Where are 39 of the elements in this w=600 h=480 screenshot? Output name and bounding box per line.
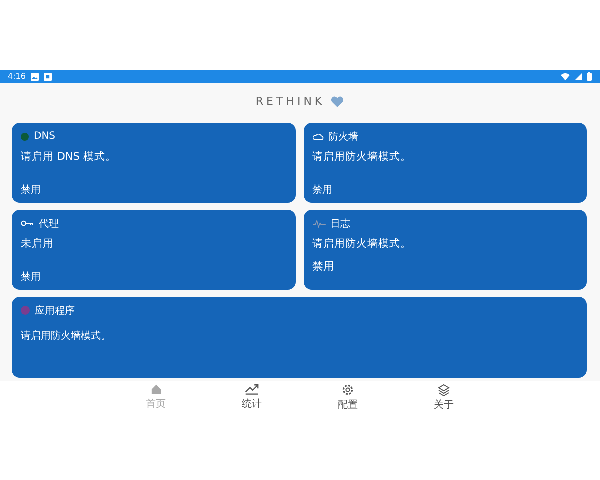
- cloud-icon: [312, 132, 324, 140]
- heart-icon: [331, 96, 344, 108]
- card-title: 代理: [39, 218, 59, 230]
- wifi-icon: [561, 72, 570, 80]
- status-card[interactable]: 应用程序 请启用防火墙模式。: [12, 297, 587, 378]
- settings-icon: [342, 384, 354, 396]
- status-dot-icon: [21, 306, 30, 315]
- notification-icon: [44, 72, 52, 80]
- app-title: RETHINK: [256, 95, 326, 108]
- card-title: 应用程序: [35, 304, 75, 318]
- status-card[interactable]: 代理 未启用 禁用: [12, 210, 296, 290]
- card-message: 未启用: [21, 237, 55, 252]
- card-status: 禁用: [21, 270, 42, 284]
- pulse-icon: [312, 220, 326, 228]
- card-title: 日志: [330, 218, 350, 230]
- image-icon: [30, 72, 39, 80]
- status-card[interactable]: DNS 请启用 DNS 模式。 禁用: [12, 123, 296, 203]
- status-card[interactable]: 防火墙 请启用防火墙模式。 禁用: [304, 123, 587, 203]
- card-title: 防火墙: [328, 130, 358, 144]
- nav-tab[interactable]: 配置: [333, 384, 363, 412]
- status-card[interactable]: 日志 请启用防火墙模式。 禁用: [304, 210, 587, 290]
- nav-tab[interactable]: 关于: [429, 384, 459, 412]
- key-icon: [21, 220, 34, 227]
- trend-icon: [245, 384, 259, 395]
- nav-tab[interactable]: 统计: [237, 384, 267, 412]
- card-status: 禁用: [21, 184, 42, 197]
- card-message: 请启用防火墙模式。: [312, 150, 412, 165]
- card-message: 请启用防火墙模式。: [21, 330, 112, 344]
- card-message: 请启用防火墙模式。: [312, 237, 412, 252]
- clock-text: 4:16: [8, 72, 26, 81]
- status-dot-icon: [21, 132, 29, 140]
- card-title: DNS: [34, 131, 56, 142]
- layers-icon: [438, 384, 450, 396]
- card-status: 禁用: [312, 184, 334, 197]
- card-status: 禁用: [312, 259, 336, 274]
- card-message: 请启用 DNS 模式。: [21, 150, 118, 165]
- battery-icon: [587, 72, 592, 81]
- signal-icon: [575, 72, 582, 80]
- home-icon: [150, 384, 162, 395]
